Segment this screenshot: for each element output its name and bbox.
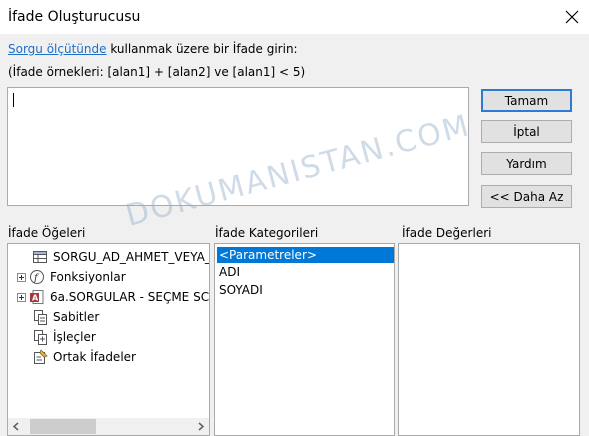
- instruction-line: Sorgu ölçütünde kullanmak üzere bir İfad…: [8, 42, 298, 56]
- function-icon: f: [30, 270, 44, 284]
- expression-elements-tree[interactable]: SORGU_AD_AHMET_VEYA_ f Fonksiyonlar A 6a…: [7, 243, 210, 436]
- horizontal-scrollbar[interactable]: [8, 418, 209, 435]
- query-icon: [33, 251, 47, 263]
- less-button[interactable]: << Daha Az: [481, 185, 572, 208]
- tree-item-query[interactable]: SORGU_AD_AHMET_VEYA_: [32, 247, 210, 267]
- window-title: İfade Oluşturucusu: [8, 9, 141, 25]
- constants-icon: [34, 310, 47, 325]
- scroll-left-icon[interactable]: [12, 422, 20, 431]
- help-button[interactable]: Yardım: [481, 152, 572, 175]
- svg-text:A: A: [32, 294, 39, 303]
- expression-examples: (İfade örnekleri: [alan1] + [alan2] ve […: [8, 65, 306, 79]
- expand-icon[interactable]: [17, 292, 26, 302]
- expression-categories-label: İfade Kategorileri: [215, 226, 319, 240]
- access-db-icon: A: [30, 290, 44, 304]
- text-caret: [13, 93, 14, 107]
- common-expressions-icon: [34, 349, 48, 364]
- scroll-right-icon[interactable]: [197, 422, 205, 431]
- tree-item-label: Fonksiyonlar: [50, 270, 126, 284]
- category-item-parameters[interactable]: <Parametreler>: [217, 247, 394, 263]
- expression-categories-list[interactable]: <Parametreler> ADI SOYADI: [214, 243, 395, 436]
- query-criteria-link[interactable]: Sorgu ölçütünde: [8, 42, 107, 56]
- tree-item-constants[interactable]: Sabitler: [32, 307, 99, 327]
- tree-item-label: 6a.SORGULAR - SEÇME SC: [50, 290, 210, 304]
- operators-icon: [34, 330, 47, 345]
- tree-item-label: SORGU_AD_AHMET_VEYA_: [53, 250, 210, 264]
- close-icon: [565, 10, 579, 24]
- category-item-adi[interactable]: ADI: [217, 264, 394, 280]
- tree-item-operators[interactable]: İşleçler: [32, 327, 96, 347]
- tree-item-database[interactable]: A 6a.SORGULAR - SEÇME SC: [17, 287, 209, 307]
- instruction-text: kullanmak üzere bir İfade girin:: [106, 42, 298, 56]
- close-button[interactable]: [558, 3, 586, 31]
- tree-item-functions[interactable]: f Fonksiyonlar: [17, 267, 126, 287]
- cancel-button[interactable]: İptal: [481, 120, 572, 143]
- expression-values-label: İfade Değerleri: [402, 226, 492, 240]
- tree-item-label: Sabitler: [53, 310, 100, 324]
- ok-button[interactable]: Tamam: [481, 89, 572, 112]
- expand-icon[interactable]: [17, 272, 26, 282]
- scrollbar-thumb[interactable]: [30, 419, 96, 434]
- tree-item-common-expressions[interactable]: Ortak İfadeler: [32, 347, 136, 367]
- tree-item-label: İşleçler: [53, 330, 96, 344]
- expression-values-list[interactable]: [398, 243, 580, 436]
- category-item-soyadi[interactable]: SOYADI: [217, 282, 394, 298]
- tree-item-label: Ortak İfadeler: [53, 350, 136, 364]
- expression-elements-label: İfade Öğeleri: [8, 226, 86, 240]
